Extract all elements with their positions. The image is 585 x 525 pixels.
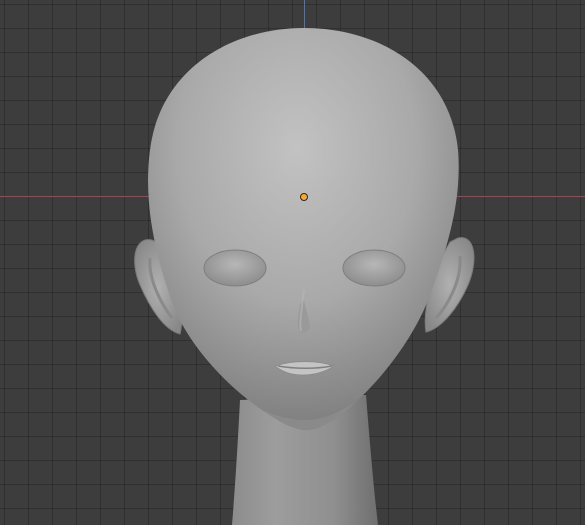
right-eye-socket [342,249,406,287]
head-model[interactable] [0,0,585,525]
left-eye-socket [203,249,267,287]
3d-viewport[interactable] [0,0,585,525]
object-origin-point[interactable] [300,193,308,201]
